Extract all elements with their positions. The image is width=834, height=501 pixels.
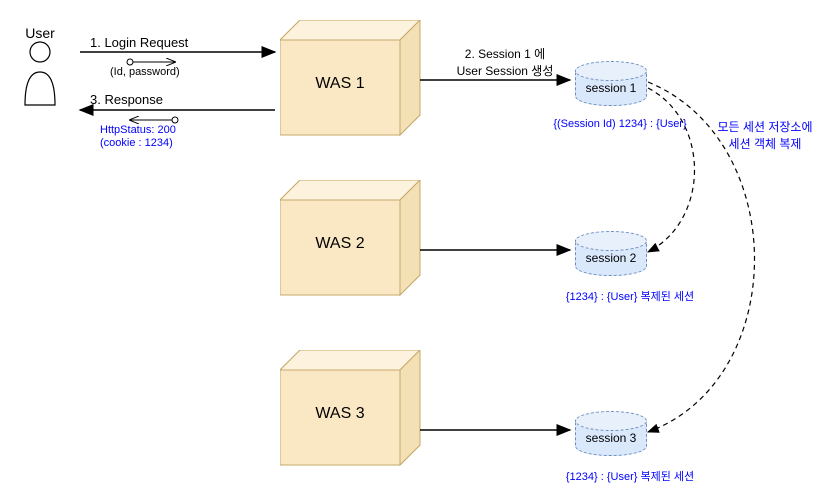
response-sub2: (cookie : 1234) <box>100 137 173 149</box>
response-label: 3. Response <box>90 92 163 107</box>
login-request-label: 1. Login Request <box>90 35 188 50</box>
session-create-label: 2. Session 1 에 User Session 생성 <box>440 45 570 79</box>
session-3-cylinder: session 3 <box>575 420 647 456</box>
login-request-sub: (Id, password) <box>110 66 180 78</box>
replication-note-line1: 모든 세션 저장소에 <box>700 118 830 135</box>
replication-note: 모든 세션 저장소에 세션 객체 복제 <box>700 118 830 152</box>
was-3-label: WAS 3 <box>280 405 400 423</box>
session-2-cylinder: session 2 <box>575 240 647 276</box>
session-2-label: session 2 <box>586 251 637 265</box>
user-label: User <box>10 25 70 41</box>
session-2-data: {1234} : {User} 복제된 세션 <box>540 288 720 304</box>
session-create-line2: User Session 생성 <box>440 62 570 79</box>
session-1-label: session 1 <box>586 81 637 95</box>
session-3-data: {1234} : {User} 복제된 세션 <box>540 468 720 484</box>
was-1-label: WAS 1 <box>280 75 400 93</box>
session-1-cylinder: session 1 <box>575 70 647 106</box>
session-create-line1: 2. Session 1 에 <box>440 45 570 62</box>
response-sub1: HttpStatus: 200 <box>100 124 176 136</box>
was-2-label: WAS 2 <box>280 235 400 253</box>
replication-note-line2: 세션 객체 복제 <box>700 135 830 152</box>
session-1-data: {(Session Id) 1234} : {User} <box>540 118 700 130</box>
session-3-label: session 3 <box>586 431 637 445</box>
user-icon <box>20 40 60 113</box>
